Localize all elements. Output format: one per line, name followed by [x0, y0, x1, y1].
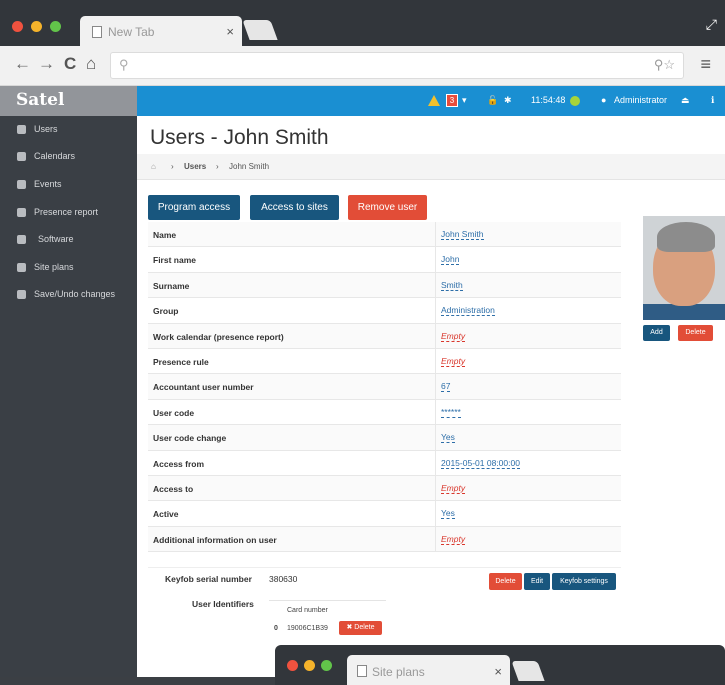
report-icon: [17, 208, 26, 217]
minimize-window-button[interactable]: [31, 21, 42, 32]
top-bar: 3 ▾ 🔓 ✱ 11:54:48 ● Administrator ⏏ ℹ: [137, 86, 725, 116]
warning-icon[interactable]: [428, 95, 440, 106]
maximize-window-button[interactable]: [321, 660, 332, 671]
browser-toolbar: ← → C ⌂ ⚲ ⚲☆ ≡: [0, 46, 725, 86]
keyfob-serial-value: 380630: [269, 574, 298, 584]
delete-photo-button[interactable]: Delete: [678, 325, 713, 341]
logout-icon[interactable]: ⏏: [681, 95, 690, 106]
user-icon: ●: [601, 95, 607, 105]
table-row: First name John: [148, 247, 621, 273]
remove-user-button[interactable]: Remove user: [348, 195, 427, 220]
new-tab-button[interactable]: [242, 20, 278, 40]
page-icon: [92, 26, 102, 38]
user-identifiers-label: User Identifiers: [192, 599, 254, 609]
breadcrumb-users[interactable]: Users: [184, 162, 206, 171]
sidebar-item-presence-report[interactable]: Presence report: [0, 202, 137, 228]
table-row: User code ******: [148, 399, 621, 426]
user-photo: [643, 216, 725, 320]
card-index: 0: [274, 625, 278, 632]
table-row: Access from 2015-05-01 08:00:00: [148, 450, 621, 476]
calendar-icon: [17, 152, 26, 161]
page-icon: [357, 665, 367, 677]
access-to-sites-button[interactable]: Access to sites: [250, 195, 339, 220]
breadcrumb-separator: ›: [171, 162, 174, 171]
sidebar-item-calendars[interactable]: Calendars: [0, 146, 137, 172]
card-table: Card number 0 19006C1B39 ✖ Delete: [269, 600, 386, 635]
delete-card-button[interactable]: ✖ Delete: [339, 621, 382, 635]
sidebar: Satel Users Calendars Events Presence re…: [0, 86, 137, 677]
table-row: Name John Smith: [148, 222, 621, 248]
keyfob-serial-label: Keyfob serial number: [165, 574, 252, 584]
breadcrumb-separator: ›: [216, 162, 219, 171]
image-icon: [17, 263, 26, 272]
edit-keyfob-button[interactable]: Edit: [524, 573, 550, 590]
tab-title: New Tab: [108, 25, 155, 39]
user-details-table: Name John Smith First name John Surname Smi…: [148, 222, 621, 553]
add-photo-button[interactable]: Add: [643, 325, 670, 341]
tab-close-icon[interactable]: ×: [226, 24, 234, 39]
home-icon[interactable]: ⌂: [86, 54, 96, 74]
software-icon: [17, 235, 26, 244]
status-indicator: [570, 96, 580, 106]
table-row: Accountant user number 67: [148, 374, 621, 400]
bookmark-icon[interactable]: ⚲☆: [654, 57, 675, 73]
new-tab-button[interactable]: [511, 661, 545, 681]
clock-time: 11:54:48: [531, 95, 566, 105]
gear-icon[interactable]: ✱: [504, 95, 512, 106]
table-row: Access to Empty: [148, 475, 621, 502]
program-access-button[interactable]: Program access: [148, 195, 240, 220]
close-window-button[interactable]: [12, 21, 23, 32]
address-bar[interactable]: ⚲ ⚲☆: [110, 52, 684, 79]
sidebar-item-site-plans[interactable]: Site plans: [0, 257, 137, 283]
browser-window: New Tab × ⤢ ← → C ⌂ ⚲ ⚲☆ ≡ Satel Users C…: [0, 0, 725, 685]
home-icon[interactable]: ⌂: [151, 162, 156, 171]
current-user[interactable]: Administrator: [614, 95, 667, 105]
table-row: Presence rule Empty: [148, 348, 621, 375]
maximize-window-button[interactable]: [50, 21, 61, 32]
sidebar-item-users[interactable]: Users: [0, 119, 137, 145]
app-area: Satel Users Calendars Events Presence re…: [0, 86, 725, 677]
chevron-down-icon[interactable]: ▾: [462, 95, 467, 106]
sidebar-item-software[interactable]: Software: [0, 229, 137, 255]
lock-icon[interactable]: 🔓: [487, 95, 498, 106]
sidebar-item-events[interactable]: Events: [0, 174, 137, 200]
forward-icon[interactable]: →: [38, 54, 55, 74]
alert-count-badge[interactable]: 3: [446, 94, 458, 107]
sidebar-item-save-undo[interactable]: Save/Undo changes: [0, 284, 137, 310]
tab-bar: New Tab × ⤢: [0, 0, 725, 46]
table-row: Surname Smith: [148, 272, 621, 299]
breadcrumb: ⌂ › Users › John Smith: [137, 154, 725, 180]
logo: Satel: [0, 86, 137, 116]
table-row: Group Administration: [148, 298, 621, 324]
save-icon: [17, 290, 26, 299]
delete-keyfob-button[interactable]: Delete: [489, 573, 522, 590]
minimize-window-button[interactable]: [304, 660, 315, 671]
menu-icon[interactable]: ≡: [700, 54, 711, 75]
table-row: Additional information on user Empty: [148, 526, 621, 553]
browser-tab[interactable]: New Tab ×: [80, 16, 242, 46]
table-row: User code change Yes: [148, 425, 621, 451]
keyfob-settings-button[interactable]: Keyfob settings: [552, 573, 616, 590]
close-window-button[interactable]: [287, 660, 298, 671]
table-row: Active Yes: [148, 501, 621, 527]
search-icon: ⚲: [119, 57, 129, 72]
back-icon[interactable]: ←: [14, 54, 31, 74]
user-icon: [17, 125, 26, 134]
browser-tab[interactable]: Site plans ×: [347, 655, 510, 685]
expand-icon[interactable]: ⤢: [706, 16, 717, 33]
events-icon: [17, 180, 26, 189]
page-title: Users - John Smith: [150, 126, 329, 149]
info-icon[interactable]: ℹ: [711, 95, 714, 106]
card-number-header: Card number: [287, 607, 328, 614]
table-row: Work calendar (presence report) Empty: [148, 323, 621, 349]
second-browser-window: Site plans ×: [275, 645, 725, 685]
breadcrumb-current: John Smith: [229, 162, 270, 171]
reload-icon[interactable]: C: [64, 54, 76, 74]
card-number: 19006C1B39: [287, 625, 328, 632]
